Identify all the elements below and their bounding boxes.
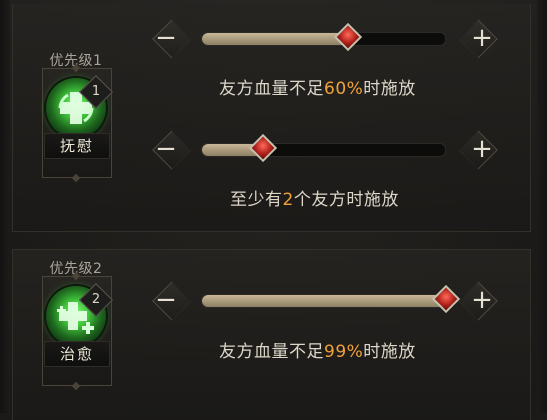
increase-button[interactable]: + bbox=[462, 18, 502, 58]
condition-text: 友方血量不足99%时施放 bbox=[219, 342, 416, 362]
condition-text: 友方血量不足60%时施放 bbox=[219, 79, 416, 99]
hp-threshold-slider[interactable] bbox=[201, 284, 460, 314]
increase-button[interactable]: + bbox=[462, 129, 502, 169]
slider-fill bbox=[202, 33, 348, 45]
ally-count-slider[interactable] bbox=[201, 133, 446, 163]
heal-cross-icon[interactable]: 1 bbox=[46, 75, 113, 138]
skill-name: 抚慰 bbox=[44, 133, 110, 159]
condition-value: 2 bbox=[282, 190, 294, 210]
left-edge bbox=[0, 0, 10, 413]
slider-fill bbox=[202, 295, 446, 307]
condition-value: 60% bbox=[324, 79, 364, 99]
skill-name: 治愈 bbox=[44, 341, 110, 367]
right-edge bbox=[537, 0, 547, 413]
decrease-button[interactable]: − bbox=[146, 18, 186, 58]
heal-plus-icon[interactable]: 2 bbox=[46, 283, 113, 346]
condition-text: 至少有2个友方时施放 bbox=[230, 190, 399, 210]
hp-threshold-slider[interactable] bbox=[201, 22, 446, 52]
skill-config-panel: 优先级1 1 抚慰 − + 友方血量不足60%时施放 − + 至少有2个友方时施… bbox=[0, 0, 547, 420]
decrease-button[interactable]: − bbox=[146, 280, 186, 320]
increase-button[interactable]: + bbox=[462, 280, 502, 320]
condition-value: 99% bbox=[324, 342, 364, 362]
decrease-button[interactable]: − bbox=[146, 129, 186, 169]
